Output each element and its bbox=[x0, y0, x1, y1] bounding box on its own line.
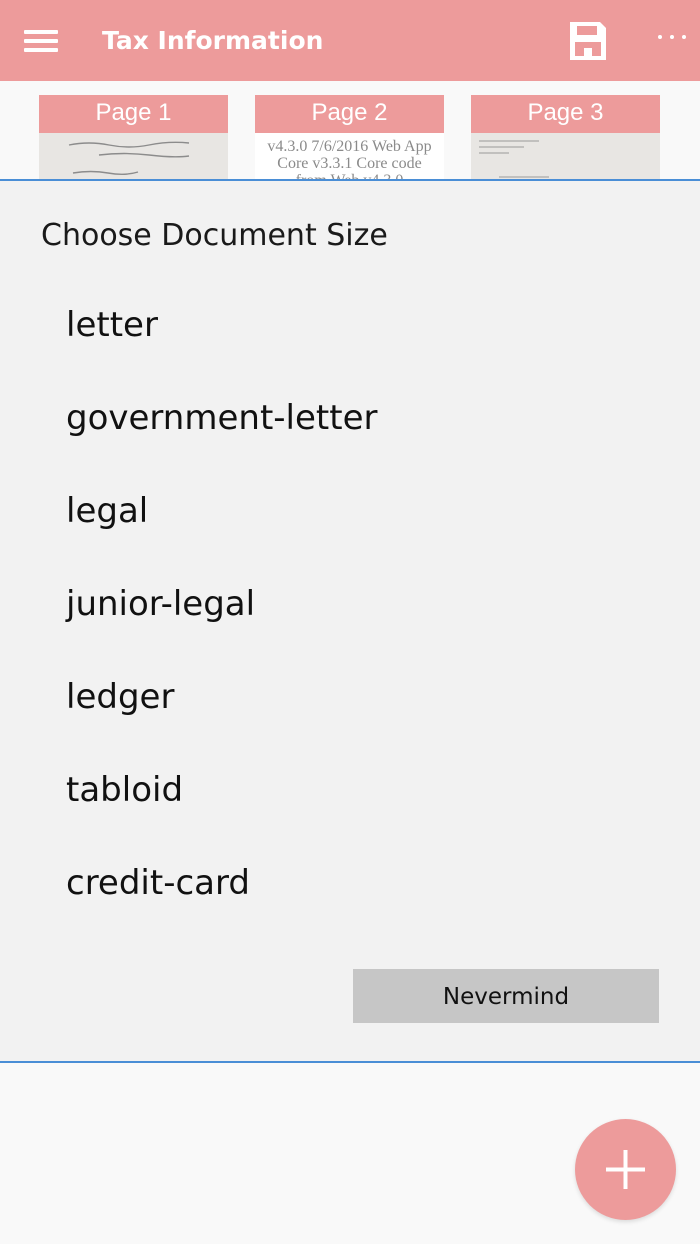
page-thumbnail-label: Page 3 bbox=[471, 95, 660, 133]
page-thumbnail-3[interactable]: Page 3 bbox=[471, 95, 660, 180]
size-option-ledger[interactable]: ledger bbox=[66, 667, 626, 727]
size-option-credit-card[interactable]: credit-card bbox=[66, 853, 626, 913]
plus-icon bbox=[606, 1150, 645, 1189]
page-preview-image bbox=[68, 141, 190, 175]
document-size-dialog: Choose Document Size letter government-l… bbox=[0, 179, 700, 1063]
page-thumbnail-label: Page 2 bbox=[255, 95, 444, 133]
size-option-junior-legal[interactable]: junior-legal bbox=[66, 574, 626, 634]
dialog-title: Choose Document Size bbox=[41, 218, 388, 253]
page-thumbnail-1[interactable]: Page 1 bbox=[39, 95, 228, 180]
page-title: Tax Information bbox=[102, 26, 324, 55]
size-option-legal[interactable]: legal bbox=[66, 481, 626, 541]
page-preview-text: v4.3.0 7/6/2016 Web App Core v3.3.1 Core… bbox=[267, 138, 432, 180]
add-page-button[interactable] bbox=[575, 1119, 676, 1220]
page-thumbnail-label: Page 1 bbox=[39, 95, 228, 133]
hamburger-menu-icon[interactable] bbox=[24, 30, 58, 52]
page-thumbnail-2[interactable]: Page 2 v4.3.0 7/6/2016 Web App Core v3.3… bbox=[255, 95, 444, 180]
size-option-letter[interactable]: letter bbox=[66, 295, 626, 355]
page-preview-image bbox=[479, 140, 549, 178]
more-options-icon[interactable] bbox=[654, 22, 690, 52]
size-option-tabloid[interactable]: tabloid bbox=[66, 760, 626, 820]
size-option-government-letter[interactable]: government-letter bbox=[66, 388, 626, 448]
nevermind-button[interactable]: Nevermind bbox=[353, 969, 659, 1023]
save-icon[interactable] bbox=[570, 22, 606, 60]
app-bar: Tax Information bbox=[0, 0, 700, 81]
